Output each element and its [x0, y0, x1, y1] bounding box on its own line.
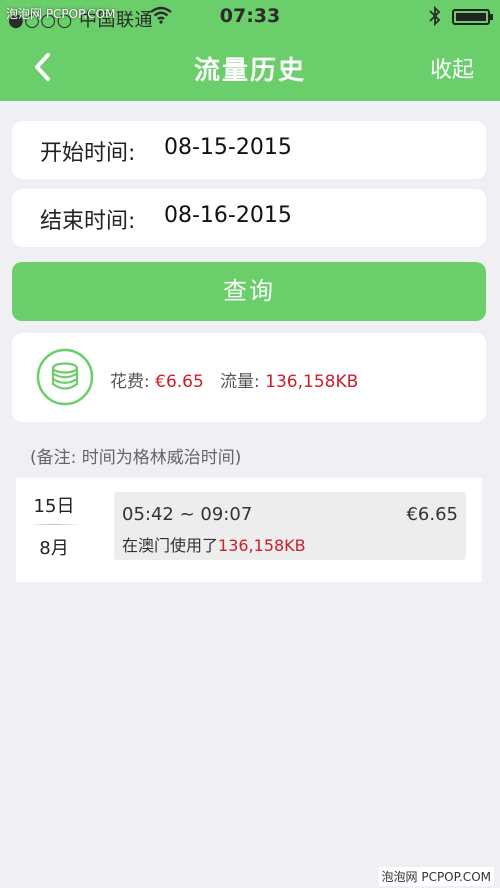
end-date-label: 结束时间: [40, 209, 136, 234]
footer-watermark: 泡泡网 PCPOP.COM [378, 867, 494, 886]
record-usage-prefix: 在澳门使用了 [122, 536, 219, 555]
list-item[interactable]: 15日 8月 05:42 ~ 09:07 €6.65 在澳门使用了136,158… [16, 478, 482, 582]
end-date-value[interactable]: 08-16-2015 [164, 203, 292, 228]
watermark: 泡泡网 PCPOP.COM [6, 7, 116, 21]
record-day: 15日 [33, 496, 75, 517]
record-month: 8月 [39, 538, 69, 559]
cost-label: 花费: [110, 372, 156, 392]
start-date-field[interactable]: 开始时间: 08-15-2015 [12, 121, 486, 179]
timezone-note: (备注: 时间为格林威治时间) [30, 448, 242, 468]
usage-value: 136,158KB [265, 372, 359, 392]
record-cost: €6.65 [406, 504, 458, 525]
header: ●○○○ 中国联通 07:33 泡泡网 PCPOP.COM 流量历史 收起 [0, 0, 500, 101]
nav-bar: 流量历史 收起 [0, 36, 500, 101]
page-title: 流量历史 [193, 56, 306, 86]
bluetooth-icon [429, 6, 441, 26]
record-usage-value: 136,158KB [218, 536, 306, 555]
collapse-button[interactable]: 收起 [430, 52, 474, 84]
end-date-field[interactable]: 结束时间: 08-16-2015 [12, 189, 486, 247]
cost-value: €6.65 [155, 372, 204, 392]
usage-label: 流量: [220, 372, 266, 392]
summary-line: 花费: €6.65 流量: 136,158KB [110, 367, 358, 392]
date-divider [28, 524, 80, 525]
start-date-value[interactable]: 08-15-2015 [164, 135, 292, 160]
start-date-label: 开始时间: [40, 141, 136, 166]
record-usage: 在澳门使用了136,158KB [122, 532, 306, 556]
record-detail: 05:42 ~ 09:07 €6.65 在澳门使用了136,158KB [114, 492, 466, 560]
battery-icon [452, 9, 493, 25]
coins-stack-icon [36, 348, 94, 406]
query-button[interactable]: 查询 [12, 262, 486, 321]
record-time-range: 05:42 ~ 09:07 [122, 504, 253, 525]
summary-card: 花费: €6.65 流量: 136,158KB [12, 333, 486, 422]
